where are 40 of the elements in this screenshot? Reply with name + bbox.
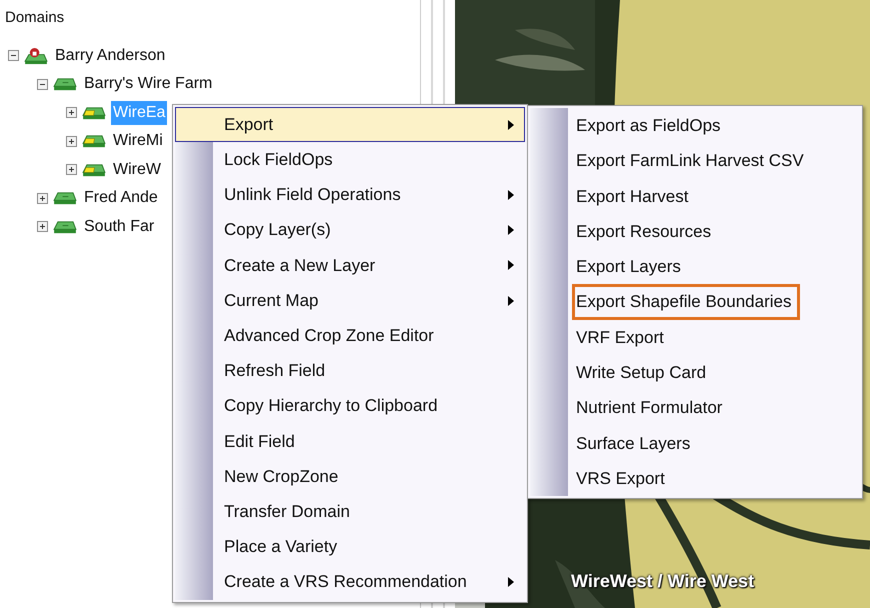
grower-icon xyxy=(23,46,49,65)
collapse-toggle[interactable] xyxy=(37,78,48,90)
expand-toggle[interactable] xyxy=(37,221,48,232)
expand-toggle[interactable] xyxy=(66,107,77,118)
tree-item[interactable]: South Far xyxy=(82,214,156,239)
tree-item[interactable]: WireW xyxy=(111,158,163,182)
menu-item[interactable]: Export Layers xyxy=(530,249,860,284)
menu-item[interactable]: Create a New Layer xyxy=(175,248,525,283)
collapse-toggle[interactable] xyxy=(8,50,19,62)
menu-item[interactable]: Advanced Crop Zone Editor xyxy=(175,318,525,354)
tree-item[interactable]: Barry Anderson xyxy=(53,44,168,68)
menu-item[interactable]: New CropZone xyxy=(175,458,525,494)
menu-item[interactable]: Export as FieldOps xyxy=(530,108,860,144)
tree-item[interactable]: Fred Ande xyxy=(82,186,160,210)
menu-item[interactable]: Copy Layer(s) xyxy=(175,212,525,248)
menu-item[interactable]: Export FarmLink Harvest CSV xyxy=(530,143,860,179)
expand-toggle[interactable] xyxy=(37,192,48,204)
menu-item[interactable]: Edit Field xyxy=(175,424,525,459)
pane-title: Domains xyxy=(5,8,64,28)
menu-item[interactable]: Current Map xyxy=(175,282,525,318)
menu-item[interactable]: Export xyxy=(175,107,525,142)
expand-toggle[interactable] xyxy=(66,136,77,147)
tree-item[interactable]: Barry's Wire Farm xyxy=(82,72,214,96)
menu-item[interactable]: Export Shapefile Boundaries xyxy=(572,284,800,320)
menu-item[interactable]: Place a Variety xyxy=(175,529,525,564)
menu-item[interactable]: Export Harvest xyxy=(530,178,860,214)
menu-item[interactable]: Lock FieldOps xyxy=(175,142,525,178)
menu-item[interactable]: Write Setup Card xyxy=(530,355,860,390)
menu-item[interactable]: Create a VRS Recommendation xyxy=(175,564,525,600)
menu-item[interactable]: Refresh Field xyxy=(175,353,525,388)
menu-item[interactable]: VRF Export xyxy=(530,320,860,356)
menu-item[interactable]: Export Resources xyxy=(530,214,860,250)
menu-item[interactable]: Nutrient Formulator xyxy=(530,390,860,426)
tree-item[interactable]: WireMi xyxy=(111,129,165,154)
menu-item[interactable]: Unlink Field Operations xyxy=(175,177,525,213)
menu-item[interactable]: Copy Hierarchy to Clipboard xyxy=(175,388,525,424)
menu-item[interactable]: VRS Export xyxy=(530,460,860,496)
expand-toggle[interactable] xyxy=(66,164,77,176)
menu-item[interactable]: Transfer Domain xyxy=(175,494,525,530)
menu-item[interactable]: Surface Layers xyxy=(530,426,860,461)
